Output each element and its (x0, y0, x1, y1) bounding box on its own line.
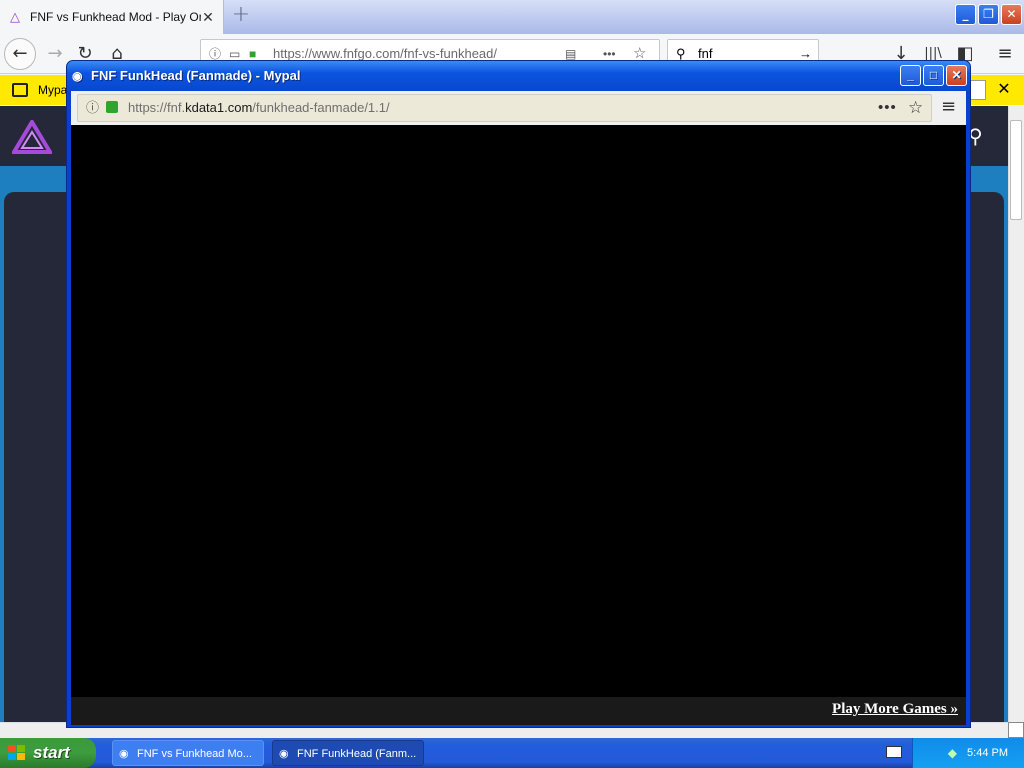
minimize-button[interactable]: _ (955, 4, 976, 25)
url-prefix: https://fnf. (128, 100, 186, 115)
taskbar-item-popup[interactable]: ◉ FNF FunkHead (Fanm... (272, 740, 424, 766)
tab-bar: △ FNF vs Funkhead Mod - Play Online ✕ + … (0, 0, 1024, 34)
popup-maximize-button[interactable]: □ (923, 65, 944, 86)
restore-button[interactable]: ❐ (978, 4, 999, 25)
popup-title-bar[interactable]: ◉ FNF FunkHead (Fanmade) - Mypal _ □ ✕ (67, 61, 970, 91)
taskbar-item-label: FNF FunkHead (Fanm... (297, 748, 417, 760)
keyboard-icon[interactable] (886, 746, 902, 758)
tab-fnf-vs-funkhead[interactable]: △ FNF vs Funkhead Mod - Play Online ✕ (0, 0, 224, 34)
taskbar-item-browser[interactable]: ◉ FNF vs Funkhead Mo... (112, 740, 264, 766)
new-tab-button[interactable]: + (230, 4, 252, 27)
tab-close-icon[interactable]: ✕ (201, 9, 215, 26)
url-path: /funkhead-fanmade/1.1/ (252, 100, 390, 115)
scroll-corner (1008, 722, 1024, 738)
tab-title: FNF vs Funkhead Mod - Play Online (30, 10, 201, 24)
site-logo-icon: △ (10, 9, 20, 24)
scrollbar-thumb[interactable] (1010, 120, 1022, 220)
taskbar-item-label: FNF vs Funkhead Mo... (137, 748, 252, 760)
bookmark-star-icon[interactable]: ☆ (908, 95, 923, 121)
game-icon: ◉ (72, 69, 83, 83)
network-icon[interactable]: ◆ (943, 746, 957, 760)
taskbar: start ◉ FNF vs Funkhead Mo... ◉ FNF Funk… (0, 738, 1024, 768)
system-tray: ◆ 5:44 PM (912, 738, 1024, 768)
info-icon[interactable]: ⓘ (86, 95, 99, 121)
game-icon: ◉ (279, 748, 289, 760)
play-more-games-link[interactable]: Play More Games » (832, 701, 958, 718)
windows-logo-icon (8, 745, 25, 760)
page-actions-icon[interactable]: ••• (878, 95, 897, 121)
menu-icon[interactable]: ≡ (990, 40, 1020, 68)
popup-url-field[interactable]: ⓘ https://fnf.kdata1.com/funkhead-fanmad… (77, 94, 932, 122)
back-button[interactable]: ← (4, 38, 36, 70)
popup-title: FNF FunkHead (Fanmade) - Mypal (91, 68, 301, 83)
url-text[interactable]: https://www.fnfgo.com/fnf-vs-funkhead/ (273, 46, 497, 61)
notification-icon (12, 83, 28, 97)
notification-button[interactable] (970, 80, 986, 100)
search-input[interactable]: fnf (698, 46, 712, 61)
lock-icon (106, 101, 118, 113)
popup-minimize-button[interactable]: _ (900, 65, 921, 86)
game-canvas[interactable] (71, 125, 966, 697)
start-label: start (33, 743, 70, 762)
popup-window: ◉ FNF FunkHead (Fanmade) - Mypal _ □ ✕ ⓘ… (66, 60, 971, 728)
popup-address-bar: ⓘ https://fnf.kdata1.com/funkhead-fanmad… (71, 91, 966, 125)
popup-menu-icon[interactable]: ≡ (941, 96, 956, 117)
game-icon: ◉ (119, 748, 129, 760)
clock: 5:44 PM (967, 747, 1008, 759)
site-logo-icon[interactable] (12, 120, 52, 154)
notification-close-icon[interactable]: ✕ (994, 75, 1014, 105)
popup-footer: Play More Games » (71, 697, 966, 725)
close-button[interactable]: ✕ (1001, 4, 1022, 25)
start-button[interactable]: start (0, 738, 96, 768)
url-domain: kdata1.com (185, 100, 253, 115)
popup-close-button[interactable]: ✕ (946, 65, 967, 86)
